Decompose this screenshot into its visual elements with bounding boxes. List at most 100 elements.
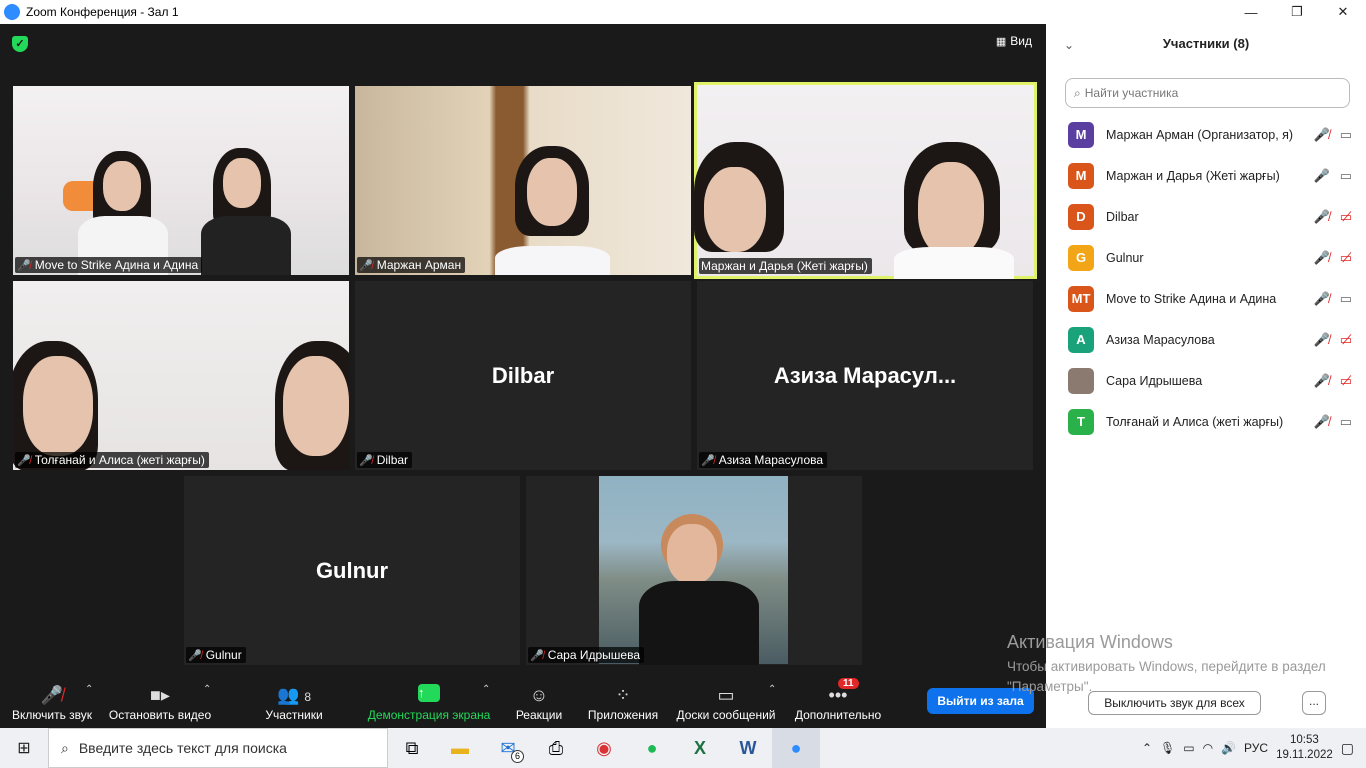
face-image xyxy=(527,158,577,226)
participant-row[interactable]: MT Move to Strike Адина и Адина 🎤̸ ▭ xyxy=(1046,278,1366,319)
video-off-icon[interactable]: ▭̸ xyxy=(1340,209,1352,225)
tile-name: Азиза Марасулова xyxy=(718,453,824,467)
mic-muted-icon[interactable]: 🎤̸ xyxy=(1314,373,1330,389)
video-off-icon[interactable]: ▭̸ xyxy=(1340,332,1352,348)
share-options-chevron-icon[interactable]: ⌃ xyxy=(482,684,490,695)
video-tile[interactable]: Азиза Марасул... 🎤̸ Азиза Марасулова xyxy=(697,281,1033,470)
whiteboards-button[interactable]: ▭ Доски сообщений xyxy=(672,676,780,728)
mic-icon[interactable]: 🎤 xyxy=(1314,168,1330,184)
mic-muted-icon[interactable]: 🎤̸ xyxy=(1314,209,1330,225)
shirt-image xyxy=(201,216,291,275)
video-off-icon[interactable]: ▭̸ xyxy=(1340,250,1352,266)
avatar: A xyxy=(1068,326,1094,353)
security-shield-icon[interactable]: ✓ xyxy=(12,36,28,52)
input-language[interactable]: РУС xyxy=(1244,741,1268,755)
participant-name: Маржан Арман (Организатор, я) xyxy=(1106,127,1294,142)
share-screen-button[interactable]: ↑ Демонстрация экрана xyxy=(364,676,494,728)
mic-muted-icon: 🎤̸ xyxy=(17,454,31,467)
reactions-label: Реакции xyxy=(515,708,563,722)
participant-row[interactable]: M Маржан и Дарья (Жеті жарғы) 🎤 ▭ xyxy=(1046,155,1366,196)
panel-more-button[interactable]: ... xyxy=(1302,691,1326,715)
mic-muted-icon: 🎤̸ xyxy=(40,685,64,705)
video-tile[interactable]: 🎤̸ Маржан Арман xyxy=(355,86,691,275)
mute-all-button[interactable]: Выключить звук для всех xyxy=(1088,691,1261,715)
windows-start-icon[interactable]: ⊞ xyxy=(0,728,48,768)
word-icon[interactable]: W xyxy=(724,728,772,768)
tile-name-label: 🎤̸ Dilbar xyxy=(357,452,413,468)
video-camera-icon[interactable]: ▭ xyxy=(1340,414,1352,430)
mic-muted-icon[interactable]: 🎤̸ xyxy=(1314,414,1330,430)
chevron-up-icon[interactable]: ⌃ xyxy=(1142,741,1152,755)
video-tile[interactable]: 🎤̸ Сара Идрышева xyxy=(526,476,862,665)
printer-app-icon[interactable]: ⎙ xyxy=(532,728,580,768)
clock[interactable]: 10:53 19.11.2022 xyxy=(1276,733,1333,763)
view-button[interactable]: ▦ Вид xyxy=(996,34,1032,48)
video-tile[interactable]: 🎤̸ Толғанай и Алиса (жеті жарғы) xyxy=(13,281,349,470)
video-tile[interactable]: Gulnur 🎤̸ Gulnur xyxy=(184,476,520,665)
battery-icon[interactable]: ▭ xyxy=(1183,741,1194,755)
participant-big-name: Dilbar xyxy=(491,362,555,388)
participant-row[interactable]: M Маржан Арман (Организатор, я) 🎤̸ ▭ xyxy=(1046,114,1366,155)
face-image xyxy=(667,524,717,584)
tile-name: Gulnur xyxy=(205,648,242,662)
mic-muted-icon[interactable]: 🎤̸ xyxy=(1314,250,1330,266)
participant-row[interactable]: Сара Идрышева 🎤̸ ▭̸ xyxy=(1046,360,1366,401)
participant-search-input[interactable]: ⌕ Найти участника xyxy=(1065,78,1350,108)
boards-options-chevron-icon[interactable]: ⌃ xyxy=(768,684,776,695)
reactions-button[interactable]: ☺ Реакции xyxy=(512,676,566,728)
video-camera-icon[interactable]: ▭ xyxy=(1340,291,1352,307)
tile-name: Маржан и Дарья (Жеті жарғы) xyxy=(701,259,868,273)
chrome-icon[interactable]: ◉ xyxy=(580,728,628,768)
unmute-button[interactable]: 🎤̸ Включить звук xyxy=(8,676,96,728)
taskbar-search-input[interactable]: ⌕ Введите здесь текст для поиска xyxy=(48,728,388,768)
whiteboard-icon: ▭ xyxy=(717,685,735,705)
close-button[interactable]: ✕ xyxy=(1320,0,1366,24)
video-tile-active-speaker[interactable]: Маржан и Дарья (Жеті жарғы) xyxy=(694,82,1037,279)
video-camera-icon[interactable]: ▭ xyxy=(1340,168,1352,184)
video-options-chevron-icon[interactable]: ⌃ xyxy=(203,684,211,695)
avatar: D xyxy=(1068,203,1094,230)
tile-name-label: 🎤̸ Азиза Марасулова xyxy=(699,452,828,468)
mic-muted-icon: 🎤̸ xyxy=(17,259,31,272)
whiteboards-label: Доски сообщений xyxy=(676,708,776,722)
stop-video-button[interactable]: ■▸ Остановить видео xyxy=(107,676,213,728)
excel-icon[interactable]: X xyxy=(676,728,724,768)
search-icon: ⌕ xyxy=(1074,85,1081,100)
volume-icon[interactable]: 🔊 xyxy=(1221,741,1236,755)
zoom-taskbar-icon[interactable]: ● xyxy=(772,728,820,768)
participant-row[interactable]: G Gulnur 🎤̸ ▭̸ xyxy=(1046,237,1366,278)
participant-row[interactable]: A Азиза Марасулова 🎤̸ ▭̸ xyxy=(1046,319,1366,360)
minimize-button[interactable]: — xyxy=(1228,0,1274,24)
participant-row[interactable]: T Толғанай и Алиса (жеті жарғы) 🎤̸ ▭ xyxy=(1046,401,1366,442)
meeting-toolbar: 🎤̸ Включить звук ⌃ ■▸ Остановить видео ⌃… xyxy=(0,676,1046,728)
mic-muted-icon[interactable]: 🎤̸ xyxy=(1314,291,1330,307)
file-explorer-icon[interactable]: ▬ xyxy=(436,728,484,768)
microphone-icon: 🎙 xyxy=(1160,741,1176,755)
maximize-button[interactable]: ❐ xyxy=(1274,0,1320,24)
mail-icon[interactable]: ✉ 6 xyxy=(484,728,532,768)
clock-date: 19.11.2022 xyxy=(1276,749,1333,761)
spotify-icon[interactable]: ● xyxy=(628,728,676,768)
video-tile[interactable]: Dilbar 🎤̸ Dilbar xyxy=(355,281,691,470)
participant-row[interactable]: D Dilbar 🎤̸ ▭̸ xyxy=(1046,196,1366,237)
participants-button[interactable]: 👥 8 Участники xyxy=(262,676,326,728)
video-camera-icon[interactable]: ▭ xyxy=(1340,127,1352,143)
share-arrow-icon: ↑ xyxy=(418,684,440,702)
window-title: Zoom Конференция - Зал 1 xyxy=(26,5,179,19)
search-placeholder: Найти участника xyxy=(1084,86,1179,100)
mic-muted-icon[interactable]: 🎤̸ xyxy=(1314,332,1330,348)
face-image xyxy=(223,158,261,208)
participant-name: Gulnur xyxy=(1106,250,1144,265)
notifications-icon[interactable]: ▢ xyxy=(1341,740,1354,757)
title-bar: Zoom Конференция - Зал 1 — ❐ ✕ xyxy=(0,0,1366,24)
task-view-icon[interactable]: ⧉ xyxy=(388,728,436,768)
video-tile[interactable]: 🎤̸ Move to Strike Адина и Адина xyxy=(13,86,349,275)
wifi-icon[interactable]: ◠ xyxy=(1203,741,1213,755)
video-off-icon[interactable]: ▭̸ xyxy=(1340,373,1352,389)
avatar: G xyxy=(1068,244,1094,271)
audio-options-chevron-icon[interactable]: ⌃ xyxy=(85,684,93,695)
apps-button[interactable]: ⁘ Приложения xyxy=(584,676,662,728)
mic-muted-icon[interactable]: 🎤̸ xyxy=(1314,127,1330,143)
tile-name-label: 🎤̸ Move to Strike Адина и Адина xyxy=(15,257,203,273)
activation-watermark-title: Активация Windows xyxy=(1007,632,1173,652)
